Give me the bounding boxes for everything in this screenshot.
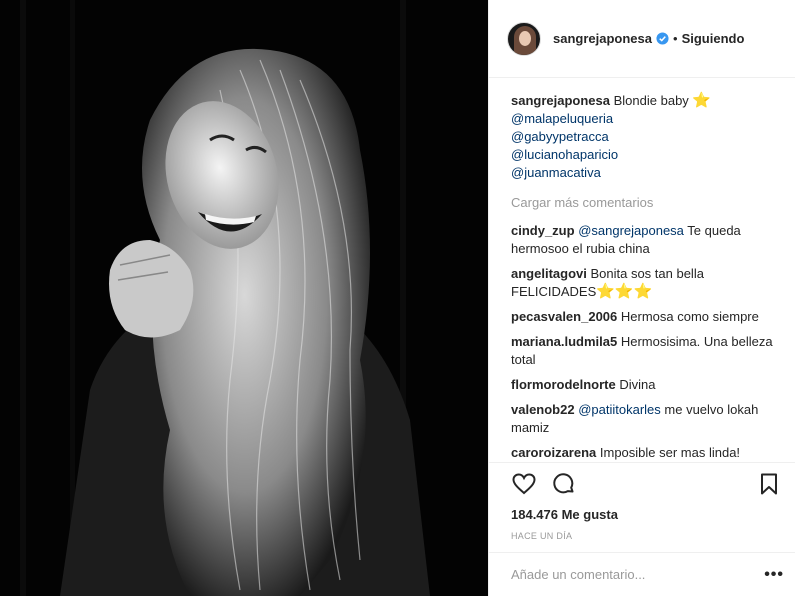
photo-image [0, 0, 488, 596]
post-view: sangrejaponesa • Siguiendo sangrejapones… [0, 0, 795, 596]
avatar[interactable] [507, 21, 541, 56]
bookmark-icon[interactable] [756, 471, 782, 497]
comment-item: cindy_zup @sangrejaponesa Te queda hermo… [511, 222, 781, 258]
caption-username[interactable]: sangrejaponesa [511, 93, 610, 108]
verified-icon [656, 32, 669, 45]
comment-username[interactable]: flormorodelnorte [511, 377, 616, 392]
caption-mention[interactable]: @lucianohaparicio [511, 146, 781, 164]
post-actions: 184.476 Me gusta Hace un día [489, 462, 795, 541]
comment-item: angelitagovi Bonita sos tan bella FELICI… [511, 265, 781, 301]
add-comment-bar: ••• [489, 552, 795, 596]
comment-mention[interactable]: @patiitokarles [578, 402, 661, 417]
comment-username[interactable]: angelitagovi [511, 266, 587, 281]
comment-username[interactable]: valenob22 [511, 402, 575, 417]
comment-text: Divina [615, 377, 656, 392]
load-more-comments[interactable]: Cargar más comentarios [511, 194, 781, 212]
caption-mention[interactable]: @malapeluqueria [511, 110, 781, 128]
comment-username[interactable]: caroroizarena [511, 445, 596, 460]
comment-item: mariana.ludmila5 Hermosisima. Una bellez… [511, 333, 781, 369]
caption-mention[interactable]: @juanmacativa [511, 164, 781, 182]
comment-item: flormorodelnorte Divina [511, 376, 781, 394]
comment-icon[interactable] [551, 471, 577, 497]
likes-count[interactable]: 184.476 Me gusta [511, 507, 782, 522]
caption-text: Blondie baby [613, 93, 689, 108]
comment-text: Imposible ser mas linda! [596, 445, 741, 460]
post-time[interactable]: Hace un día [511, 531, 782, 541]
comment-item: pecasvalen_2006 Hermosa como siempre [511, 308, 781, 326]
comment-username[interactable]: mariana.ludmila5 [511, 334, 617, 349]
comment-mention[interactable]: @sangrejaponesa [578, 223, 684, 238]
caption: sangrejaponesa Blondie baby ⭐ @malapeluq… [511, 92, 781, 182]
header-separator: • [673, 31, 678, 46]
post-photo[interactable] [0, 0, 488, 596]
action-icons [511, 469, 782, 499]
comment-item: caroroizarena Imposible ser mas linda! [511, 444, 781, 462]
more-icon[interactable]: ••• [764, 566, 784, 584]
star-emoji: ⭐⭐⭐ [596, 283, 653, 300]
comments-section: sangrejaponesa Blondie baby ⭐ @malapeluq… [489, 78, 795, 462]
comment-input[interactable] [511, 567, 761, 582]
header-username[interactable]: sangrejaponesa [553, 31, 652, 46]
comment-username[interactable]: cindy_zup [511, 223, 575, 238]
star-emoji: ⭐ [692, 92, 712, 109]
post-sidebar: sangrejaponesa • Siguiendo sangrejapones… [488, 0, 795, 596]
comment-username[interactable]: pecasvalen_2006 [511, 309, 617, 324]
comment-item: valenob22 @patiitokarles me vuelvo lokah… [511, 401, 781, 437]
comment-text: Hermosa como siempre [617, 309, 759, 324]
caption-mention[interactable]: @gabyypetracca [511, 128, 781, 146]
post-header: sangrejaponesa • Siguiendo [489, 0, 795, 78]
heart-icon[interactable] [511, 471, 537, 497]
following-button[interactable]: Siguiendo [682, 31, 745, 46]
